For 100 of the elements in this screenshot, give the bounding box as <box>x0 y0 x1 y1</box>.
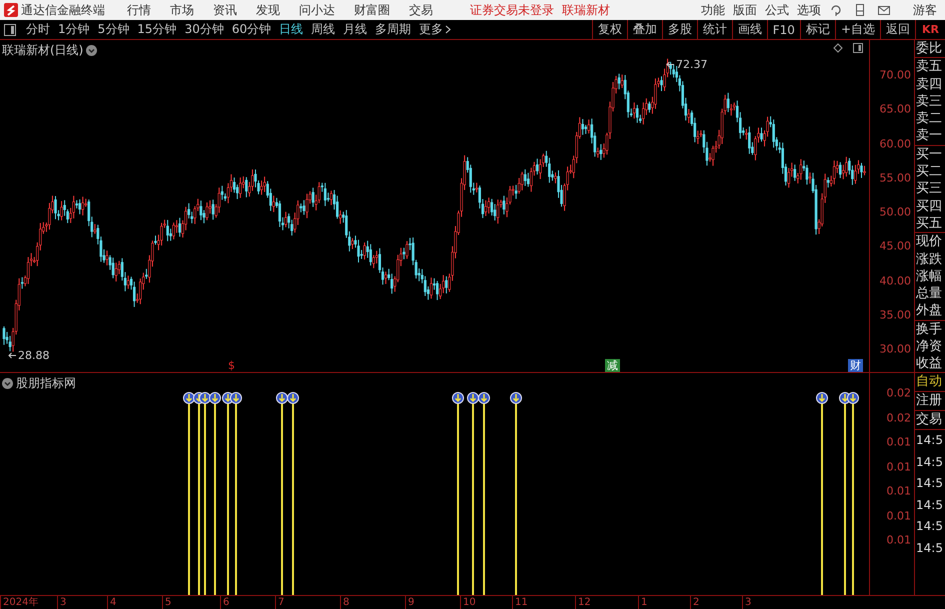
period-tab[interactable]: 60分钟 <box>228 20 276 39</box>
badge-label: KR <box>915 20 945 39</box>
quote-label: 涨跌 <box>916 250 943 268</box>
diamond-icon[interactable] <box>833 43 843 53</box>
toolbar-button[interactable]: F10 <box>766 20 800 39</box>
axis-label: 45.00 <box>880 240 911 253</box>
date-label: 9 <box>405 596 414 609</box>
status-text: 证券交易未登录 <box>470 2 554 18</box>
axis-label: 60.00 <box>880 137 911 150</box>
period-tab[interactable]: 30分钟 <box>180 20 228 39</box>
panel-toggle-icon[interactable] <box>853 43 863 53</box>
chart-title: 联瑞新材(日线) <box>2 42 84 59</box>
axis-label: 70.00 <box>880 68 911 82</box>
axis-label: 0.02 <box>886 411 911 424</box>
period-tab[interactable]: 日线 <box>275 20 308 39</box>
toolbar-button[interactable]: 多股 <box>662 20 697 39</box>
quote-label: 卖三 <box>916 92 943 110</box>
menu-item[interactable]: 行情 <box>127 2 151 18</box>
date-label: 7 <box>275 596 284 609</box>
axis-label: 65.00 <box>880 102 911 116</box>
chevron-down-icon[interactable] <box>2 378 13 389</box>
menu-item[interactable]: 资讯 <box>213 2 237 18</box>
axis-label: 0.01 <box>886 460 911 473</box>
pointer-arrow-icon <box>8 352 17 359</box>
menu-item[interactable]: 交易 <box>409 2 433 18</box>
status-text: 联瑞新材 <box>562 2 610 18</box>
quote-label: 总量 <box>916 285 943 302</box>
date-label: 3 <box>57 596 66 609</box>
mode-tab[interactable]: 交易 <box>915 411 945 430</box>
trade-time: 14:5 <box>915 454 944 470</box>
quote-label: 买五 <box>916 214 943 232</box>
axis-label: 0.01 <box>886 484 911 498</box>
period-tab[interactable]: 15分钟 <box>133 20 181 39</box>
chevron-right-icon <box>445 25 452 34</box>
mode-tab[interactable]: 注册 <box>915 392 945 411</box>
toolbar-button[interactable]: 复权 <box>592 20 627 39</box>
phone-icon[interactable] <box>853 3 867 17</box>
menu-item[interactable]: 公式 <box>765 2 789 18</box>
date-label: 1 <box>638 596 648 609</box>
axis-label: 30.00 <box>880 342 911 356</box>
axis-label: 0.01 <box>886 534 911 546</box>
event-marker[interactable]: 财 <box>848 359 863 372</box>
toolbar-button[interactable]: 统计 <box>696 20 732 39</box>
trade-time: 14:5 <box>915 475 944 492</box>
menu-item[interactable]: 功能 <box>701 2 725 18</box>
trade-time: 14:5 <box>915 496 944 514</box>
menu-item[interactable]: 财富圈 <box>354 2 390 18</box>
axis-label: 40.00 <box>880 274 911 287</box>
date-label: 2 <box>690 596 700 609</box>
mode-tab[interactable]: 自动 <box>915 373 945 392</box>
refresh-icon[interactable] <box>829 3 843 17</box>
panel-toggle-icon[interactable] <box>4 24 16 36</box>
axis-label: 0.01 <box>886 436 911 448</box>
axis-label: 55.00 <box>880 171 911 184</box>
quote-label: 卖二 <box>916 110 943 128</box>
trade-time: 14:5 <box>915 540 944 556</box>
toolbar-button[interactable]: 标记 <box>800 20 835 39</box>
date-label: 11 <box>512 596 528 609</box>
date-label: 8 <box>340 596 350 609</box>
chevron-down-icon[interactable] <box>86 45 98 56</box>
menu-item[interactable]: 发现 <box>256 2 280 18</box>
quote-label: 买一 <box>916 146 943 164</box>
period-tab[interactable]: 周线 <box>307 20 340 39</box>
mail-icon[interactable] <box>877 3 891 17</box>
quote-label: 净资 <box>916 338 943 356</box>
date-label: 10 <box>460 596 476 609</box>
date-label: 3 <box>742 596 752 609</box>
menu-item[interactable]: 选项 <box>797 2 821 18</box>
quote-label: 买四 <box>916 198 943 215</box>
more-button[interactable]: 更多 <box>415 20 456 39</box>
toolbar-button[interactable]: +自选 <box>834 20 880 39</box>
pointer-arrow-icon <box>666 61 675 68</box>
period-tab[interactable]: 分时 <box>22 20 54 39</box>
axis-label: 50.00 <box>880 206 911 218</box>
date-label: 2024年 <box>0 596 38 609</box>
menu-item[interactable]: 问小达 <box>299 2 335 18</box>
quote-label: 卖一 <box>916 127 943 145</box>
low-price-label: 28.88 <box>18 349 50 362</box>
quote-label: 收益 <box>916 355 943 372</box>
event-marker[interactable]: 减 <box>605 359 620 372</box>
quote-label: 换手 <box>916 320 943 338</box>
toolbar-button[interactable]: 画线 <box>732 20 767 39</box>
quote-label: 委比 <box>916 40 943 58</box>
menu-item[interactable]: 市场 <box>170 2 194 18</box>
indicator-title: 股朋指标网 <box>16 375 76 392</box>
user-label[interactable]: 游客 <box>913 2 937 18</box>
quote-label: 买三 <box>916 180 943 198</box>
menu-item[interactable]: 版面 <box>733 2 757 18</box>
app-title: 通达信金融终端 <box>21 2 105 18</box>
period-tab[interactable]: 月线 <box>339 20 372 39</box>
period-tab[interactable]: 多周期 <box>371 20 416 39</box>
date-label: 5 <box>162 596 172 609</box>
event-marker[interactable]: $ <box>226 359 237 372</box>
toolbar-button[interactable]: 叠加 <box>626 20 662 39</box>
trade-time: 14:5 <box>915 432 944 449</box>
quote-label: 涨幅 <box>916 268 943 286</box>
period-tab[interactable]: 1分钟 <box>54 20 94 39</box>
toolbar-button[interactable]: 返回 <box>880 20 915 39</box>
date-label: 4 <box>107 596 116 609</box>
period-tab[interactable]: 5分钟 <box>94 20 134 39</box>
